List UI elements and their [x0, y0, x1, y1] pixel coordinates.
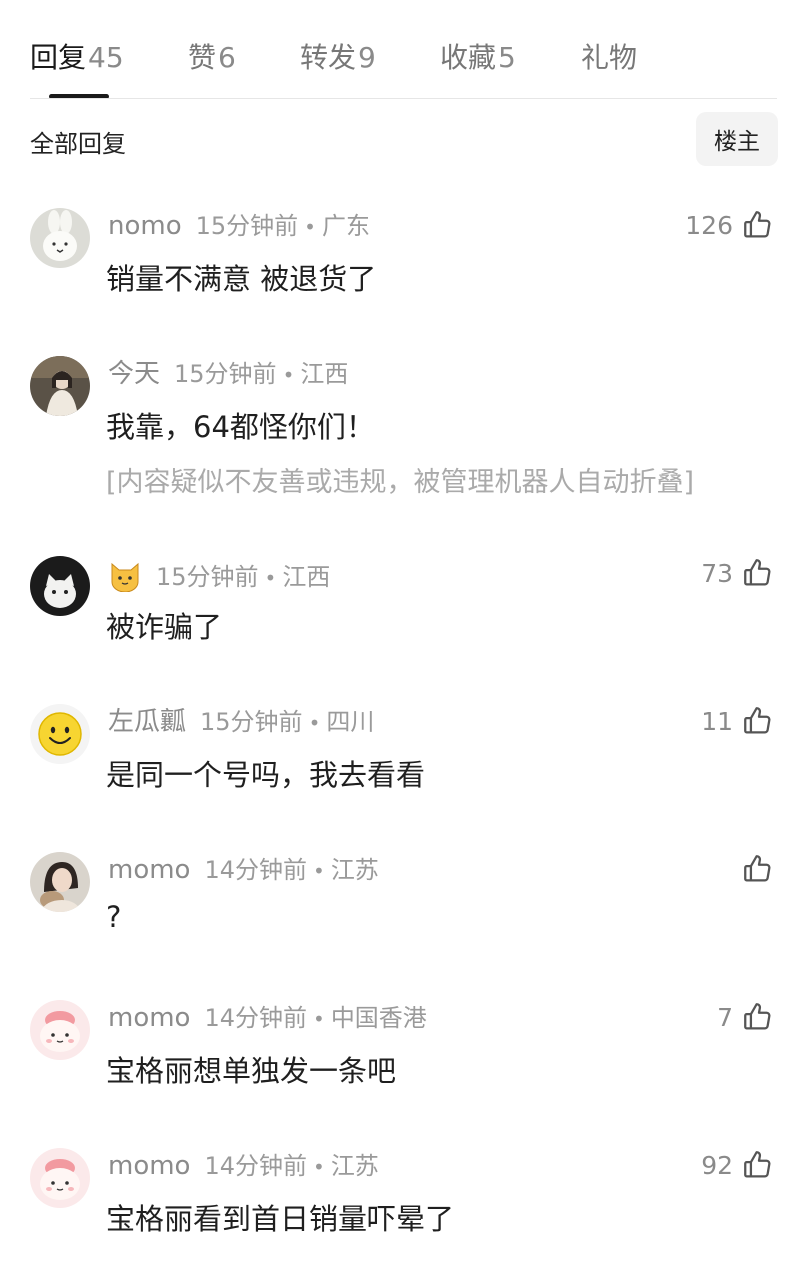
like-button[interactable]: 126 [685, 206, 775, 244]
tab-count: 6 [218, 41, 236, 74]
separator: • [313, 859, 325, 883]
like-count: 7 [717, 1002, 733, 1032]
avatar[interactable] [30, 1148, 90, 1208]
separator: • [313, 1007, 325, 1031]
tab-label: 礼物 [581, 41, 638, 74]
tab-replies[interactable]: 回复45 [30, 36, 124, 76]
timestamp: 15分钟前 [200, 708, 303, 736]
tab-count: 45 [88, 41, 124, 74]
timestamp: 15分钟前 [195, 212, 299, 240]
username[interactable]: momo [108, 1151, 190, 1181]
comment-meta: momo 14分钟前 • 中国香港 [108, 1002, 427, 1035]
comment-text: 宝格丽想单独发一条吧 [106, 1054, 397, 1088]
comment-meta: 今天 15分钟前 • 江西 [108, 358, 348, 391]
like-count: 126 [685, 210, 733, 240]
location: 江苏 [330, 856, 379, 884]
separator: • [308, 711, 321, 735]
separator: • [313, 1155, 325, 1179]
section-title: 全部回复 [30, 130, 126, 158]
comment-text: 我靠，64都怪你们！ [106, 410, 375, 444]
comment-text: 是同一个号吗，我去看看 [106, 758, 426, 792]
comment-meta: momo 14分钟前 • 江苏 [108, 854, 379, 887]
comment-text: 宝格丽看到首日销量吓晕了 [106, 1202, 455, 1236]
location: 江苏 [330, 1152, 379, 1180]
tab-count: 9 [358, 41, 376, 74]
location: 江西 [300, 360, 349, 388]
like-button[interactable]: 73 [701, 554, 775, 592]
timestamp: 14分钟前 [204, 1152, 308, 1180]
avatar[interactable] [30, 208, 90, 268]
comment-meta: 左瓜瓤 15分钟前 • 四川 [108, 706, 374, 739]
folded-notice: [内容疑似不友善或违规，被管理机器人自动折叠] [106, 467, 695, 498]
username[interactable]: 左瓜瓤 [108, 707, 186, 737]
location: 四川 [326, 708, 375, 736]
like-button[interactable] [733, 850, 775, 888]
thumbs-up-icon [744, 707, 771, 734]
avatar[interactable] [30, 1000, 90, 1060]
tab-likes[interactable]: 赞6 [188, 36, 236, 76]
timestamp: 15分钟前 [174, 360, 277, 388]
thumbs-up-icon [744, 855, 771, 882]
username[interactable]: 今天 [108, 359, 160, 389]
comment-meta: momo 14分钟前 • 江苏 [108, 1150, 379, 1183]
tab-gifts[interactable]: 礼物 [581, 36, 637, 76]
like-count: 11 [701, 706, 733, 736]
separator: • [264, 566, 277, 590]
username[interactable]: momo [108, 1003, 190, 1033]
tab-label: 收藏 [440, 41, 497, 74]
avatar[interactable] [30, 556, 90, 616]
tab-label: 转发 [300, 41, 357, 74]
location: 中国香港 [330, 1004, 427, 1032]
comment-meta: 15分钟前 • 江西 [108, 558, 330, 594]
comment-meta: nomo 15分钟前 • 广东 [108, 210, 370, 243]
comment-text: ? [106, 900, 122, 934]
username[interactable] [108, 562, 142, 592]
op-filter-button[interactable]: 楼主 [696, 112, 778, 166]
like-count: 73 [701, 558, 733, 588]
comment-text: 销量不满意 被退货了 [106, 262, 377, 296]
thumbs-up-icon [744, 1003, 771, 1030]
tab-reposts[interactable]: 转发9 [300, 36, 376, 76]
timestamp: 15分钟前 [156, 563, 259, 591]
tab-label: 回复 [30, 41, 87, 74]
location: 广东 [321, 212, 370, 240]
thumbs-up-icon [744, 559, 771, 586]
like-count: 92 [701, 1150, 733, 1180]
avatar[interactable] [30, 852, 90, 912]
thumbs-up-icon [744, 211, 771, 238]
divider [30, 98, 777, 99]
like-button[interactable]: 92 [701, 1146, 775, 1184]
like-button[interactable]: 11 [701, 702, 775, 740]
location: 江西 [282, 563, 331, 591]
avatar[interactable] [30, 704, 90, 764]
timestamp: 14分钟前 [204, 856, 308, 884]
avatar[interactable] [30, 356, 90, 416]
comment-text: 被诈骗了 [106, 610, 223, 644]
thumbs-up-icon [744, 1151, 771, 1178]
timestamp: 14分钟前 [204, 1004, 308, 1032]
tab-label: 赞 [188, 41, 217, 74]
like-button[interactable]: 7 [717, 998, 775, 1036]
separator: • [282, 363, 295, 387]
username[interactable]: momo [108, 855, 190, 885]
cat-face-icon [111, 562, 139, 592]
tab-count: 5 [498, 41, 516, 74]
username[interactable]: nomo [108, 211, 182, 241]
separator: • [304, 215, 316, 239]
tab-favorites[interactable]: 收藏5 [440, 36, 516, 76]
